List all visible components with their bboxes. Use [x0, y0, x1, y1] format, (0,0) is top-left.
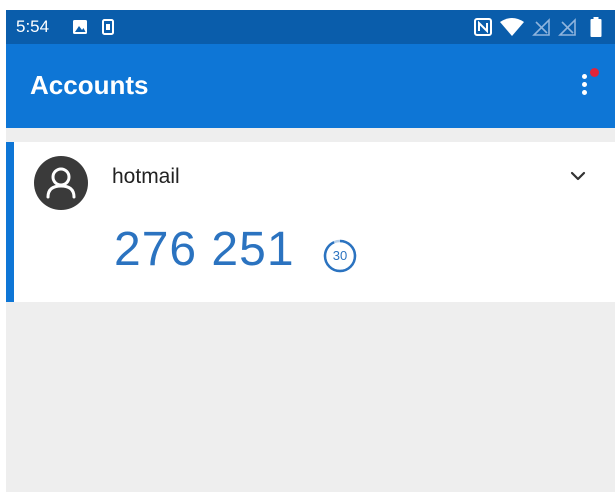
app-screen: 5:54 Accounts hotmail 276 251 30 [6, 10, 615, 492]
notification-badge [590, 68, 599, 77]
signal-off-icon [558, 18, 576, 36]
more-vertical-icon-dot [582, 90, 587, 95]
nfc-icon [474, 18, 492, 36]
expand-button[interactable] [564, 162, 592, 190]
battery-icon [590, 17, 602, 37]
status-time: 5:54 [16, 17, 50, 36]
avatar [34, 156, 88, 210]
signal-off-icon [532, 18, 550, 36]
status-bar: 5:54 [6, 10, 615, 44]
account-name: hotmail [112, 165, 180, 188]
wifi-icon [500, 18, 524, 36]
more-vertical-icon-dot [582, 82, 587, 87]
countdown-timer: 30 [322, 238, 358, 274]
person-icon [46, 167, 76, 199]
page-title: Accounts [30, 70, 149, 100]
more-options-button[interactable] [572, 66, 600, 106]
more-vertical-icon [582, 74, 587, 79]
selected-indicator [6, 142, 14, 302]
app-bar: Accounts [6, 44, 615, 128]
sim-icon [102, 19, 114, 35]
chevron-down-icon [570, 171, 586, 181]
image-icon [73, 20, 87, 34]
account-card[interactable]: hotmail 276 251 30 [6, 142, 615, 302]
otp-code[interactable]: 276 251 [114, 222, 295, 277]
timer-seconds: 30 [332, 248, 348, 263]
